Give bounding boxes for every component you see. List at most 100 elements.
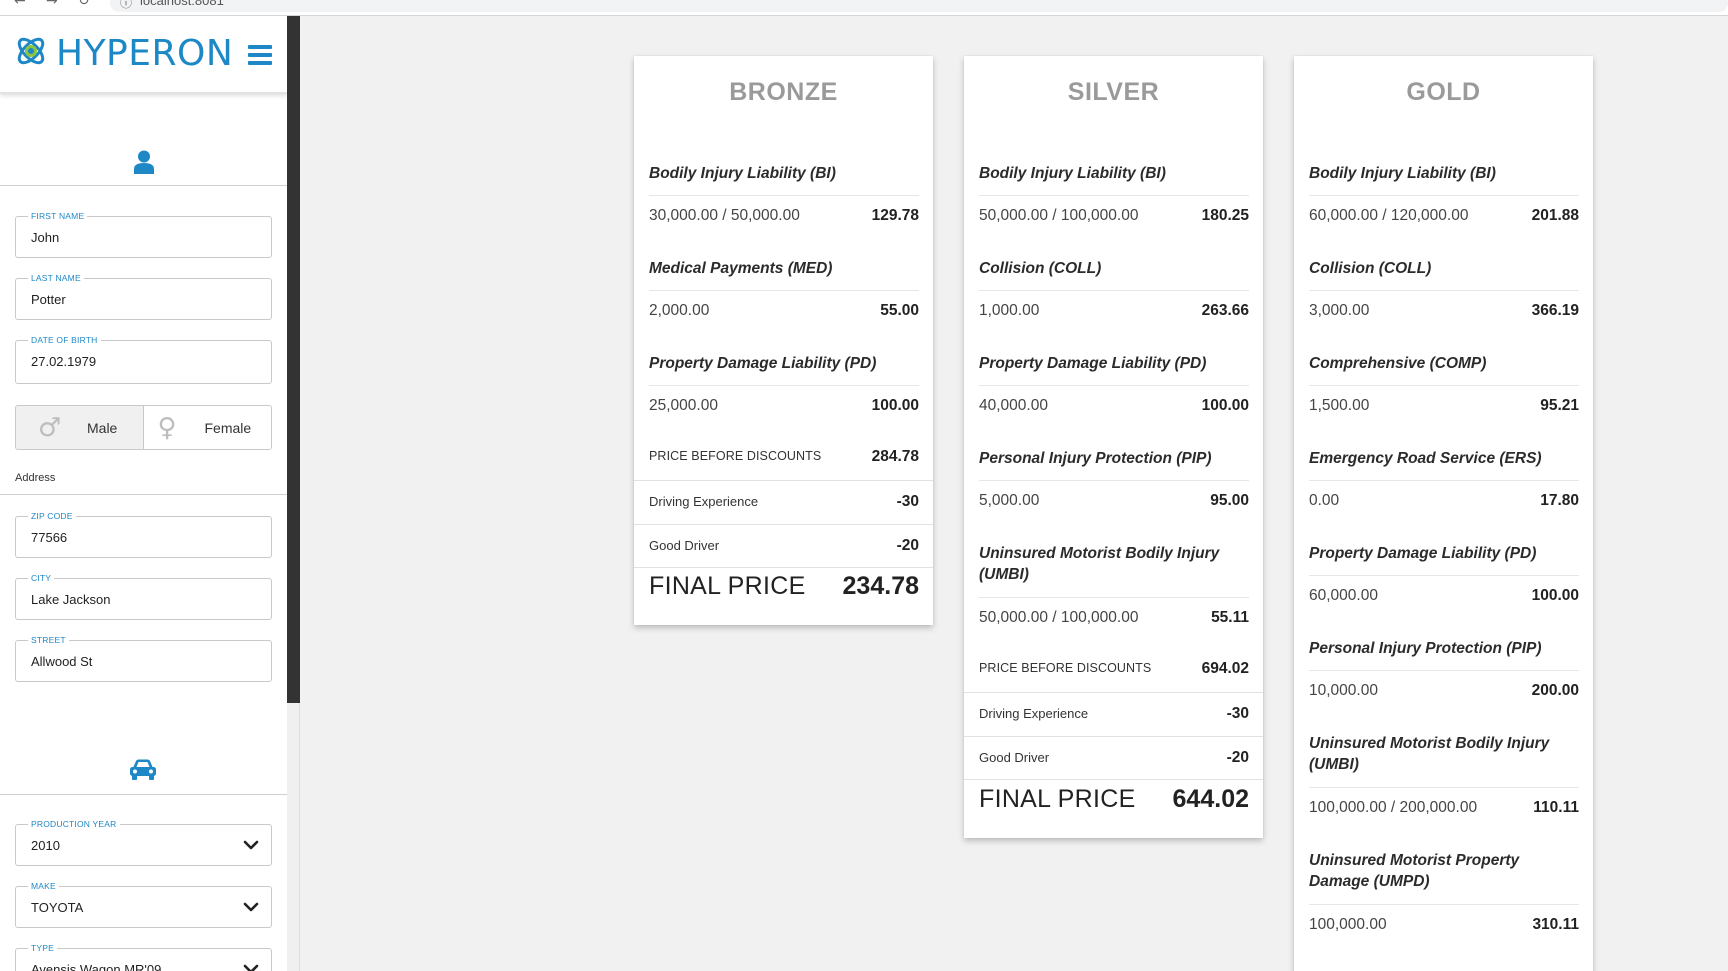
coverage-divider [1309, 670, 1579, 671]
coverage-limit: 10,000.00 [1309, 682, 1378, 699]
user-icon [134, 150, 154, 174]
chevron-down-icon[interactable] [243, 899, 259, 915]
back-icon[interactable]: ← [14, 0, 26, 9]
address-bar-url[interactable]: localhost:8081 [140, 0, 224, 8]
plan-card-silver: SILVER Bodily Injury Liability (BI) 50,0… [964, 56, 1263, 838]
hamburger-icon-bar [248, 53, 272, 57]
row-divider [634, 480, 933, 481]
coverage-limit: 50,000.00 / 100,000.00 [979, 207, 1139, 224]
first-name-label: FIRST NAME [28, 211, 88, 221]
production-year-value[interactable]: 2010 [31, 838, 60, 853]
chevron-down-icon[interactable] [243, 837, 259, 853]
date-of-birth-field[interactable]: DATE OF BIRTH 27.02.1979 [15, 335, 272, 384]
coverage-name: Property Damage Liability (PD) [979, 355, 1207, 372]
plan-title: BRONZE [729, 78, 838, 106]
coverage-name: Collision (COLL) [979, 260, 1102, 277]
coverage-name: Personal Injury Protection (PIP) [979, 450, 1212, 467]
zip-code-field[interactable]: ZIP CODE 77566 [15, 511, 272, 558]
first-name-field[interactable]: FIRST NAME John [15, 211, 272, 258]
gender-female-option[interactable]: ♀ Female [143, 406, 271, 449]
menu-toggle-button[interactable] [248, 45, 272, 65]
coverage-price: 100.00 [1201, 397, 1249, 414]
coverage-price: 55.11 [1211, 609, 1249, 626]
coverage-limit: 25,000.00 [649, 397, 718, 414]
hamburger-icon-bar [248, 61, 272, 65]
coverage-divider [1309, 195, 1579, 196]
last-name-value[interactable]: Potter [31, 292, 66, 307]
coverage-price: 55.00 [880, 302, 919, 319]
coverage-limit: 40,000.00 [979, 397, 1048, 414]
coverage-limit: 100,000.00 [1309, 916, 1387, 933]
plan-card-bronze: BRONZE Bodily Injury Liability (BI) 30,0… [634, 56, 933, 625]
row-divider [634, 524, 933, 525]
discount-value: -30 [896, 493, 919, 510]
forward-icon[interactable]: → [46, 0, 58, 9]
coverage-name: Uninsured Motorist Property Damage (UMPD… [1309, 852, 1520, 890]
coverage-divider [649, 195, 919, 196]
reload-icon[interactable]: ↻ [78, 0, 90, 9]
discount-label: Driving Experience [979, 706, 1089, 721]
coverage-price: 310.11 [1532, 916, 1579, 933]
coverage-divider [1309, 290, 1579, 291]
main-content: BRONZE Bodily Injury Liability (BI) 30,0… [300, 16, 1728, 971]
coverage-price: 366.19 [1531, 302, 1579, 319]
gender-male-option[interactable]: ♂ Male [16, 406, 144, 449]
coverage-limit: 100,000.00 / 200,000.00 [1309, 799, 1478, 816]
site-info-icon[interactable]: ⓘ [120, 0, 132, 11]
first-name-value[interactable]: John [31, 230, 59, 245]
coverage-limit: 60,000.00 / 120,000.00 [1309, 207, 1469, 224]
coverage-limit: 2,000.00 [649, 302, 710, 319]
coverage-price: 201.88 [1531, 207, 1579, 224]
coverage-name: Medical Payments (MED) [649, 260, 833, 277]
coverage-name: Bodily Injury Liability (BI) [1309, 165, 1496, 182]
date-of-birth-value[interactable]: 27.02.1979 [31, 354, 96, 369]
hamburger-icon [248, 45, 272, 49]
coverage-price: 110.11 [1533, 799, 1579, 816]
coverage-divider [979, 480, 1249, 481]
city-value[interactable]: Lake Jackson [31, 592, 111, 607]
discount-label: Driving Experience [649, 494, 759, 509]
coverage-divider [979, 195, 1249, 196]
street-field[interactable]: STREET Allwood St [15, 635, 272, 682]
plan-title: GOLD [1406, 78, 1481, 106]
type-value[interactable]: Avensis Wagon MR'09 [31, 962, 161, 971]
coverage-divider [1309, 904, 1579, 905]
discount-value: -20 [1226, 749, 1249, 766]
make-label: MAKE [28, 881, 59, 891]
male-symbol-icon: ♂ [38, 413, 62, 443]
street-value[interactable]: Allwood St [31, 654, 92, 669]
coverage-name: Collision (COLL) [1309, 260, 1432, 277]
make-select[interactable]: MAKE TOYOTA [15, 881, 272, 928]
hyperon-logo-icon [17, 37, 45, 65]
type-label: TYPE [28, 943, 58, 953]
address-bar[interactable] [110, 0, 1728, 12]
coverage-price: 95.00 [1210, 492, 1249, 509]
sidebar-scrollbar-thumb[interactable] [287, 16, 300, 703]
sidebar-header: HYPERON [0, 16, 287, 94]
production-year-select[interactable]: PRODUCTION YEAR 2010 [15, 819, 272, 866]
coverage-divider [649, 385, 919, 386]
coverage-divider [1309, 480, 1579, 481]
coverage-price: 180.25 [1201, 207, 1249, 224]
coverage-divider [979, 385, 1249, 386]
city-field[interactable]: CITY Lake Jackson [15, 573, 272, 620]
row-divider [964, 692, 1263, 693]
coverage-limit: 30,000.00 / 50,000.00 [649, 207, 800, 224]
price-before-discounts-label: PRICE BEFORE DISCOUNTS [979, 661, 1152, 675]
coverage-limit: 60,000.00 [1309, 587, 1378, 604]
coverage-limit: 1,500.00 [1309, 397, 1370, 414]
chevron-down-icon[interactable] [243, 961, 259, 971]
type-select[interactable]: TYPE Avensis Wagon MR'09 [15, 943, 272, 971]
coverage-limit: 50,000.00 / 100,000.00 [979, 609, 1139, 626]
zip-code-value[interactable]: 77566 [31, 530, 67, 545]
coverage-limit: 0.00 [1309, 492, 1340, 509]
make-value[interactable]: TOYOTA [31, 900, 83, 915]
final-price-value: 234.78 [842, 572, 919, 600]
sidebar-scrollbar[interactable] [287, 16, 300, 971]
price-before-discounts-value: 284.78 [871, 448, 919, 465]
final-price-label: FINAL PRICE [979, 785, 1136, 813]
last-name-field[interactable]: LAST NAME Potter [15, 273, 272, 320]
date-of-birth-label: DATE OF BIRTH [28, 335, 101, 345]
coverage-divider [1309, 385, 1579, 386]
coverage-divider [979, 290, 1249, 291]
